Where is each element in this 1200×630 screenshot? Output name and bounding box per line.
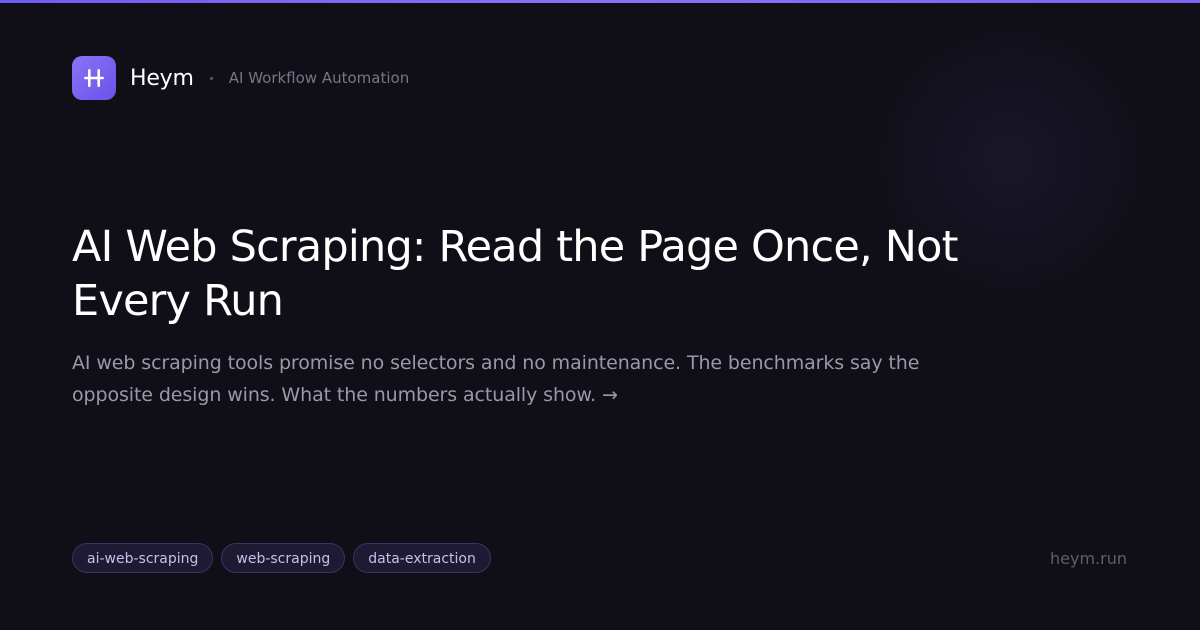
- site-domain: heym.run: [1050, 549, 1127, 568]
- tag-list: ai-web-scraping web-scraping data-extrac…: [72, 543, 491, 573]
- two-bars-icon: [84, 69, 104, 87]
- article-subtitle: AI web scraping tools promise no selecto…: [72, 352, 920, 406]
- tag-chip[interactable]: data-extraction: [353, 543, 491, 573]
- brand-name: Heym: [130, 65, 194, 91]
- brand-separator-dot: [209, 76, 213, 80]
- tag-chip[interactable]: ai-web-scraping: [72, 543, 214, 573]
- brand-header: Heym AI Workflow Automation: [72, 56, 409, 100]
- tag-chip[interactable]: web-scraping: [221, 543, 346, 573]
- brand-logo: [72, 56, 116, 100]
- brand-tagline: AI Workflow Automation: [228, 69, 410, 87]
- article-title: AI Web Scraping: Read the Page Once, Not…: [72, 222, 958, 326]
- top-accent-bar: [0, 0, 1200, 3]
